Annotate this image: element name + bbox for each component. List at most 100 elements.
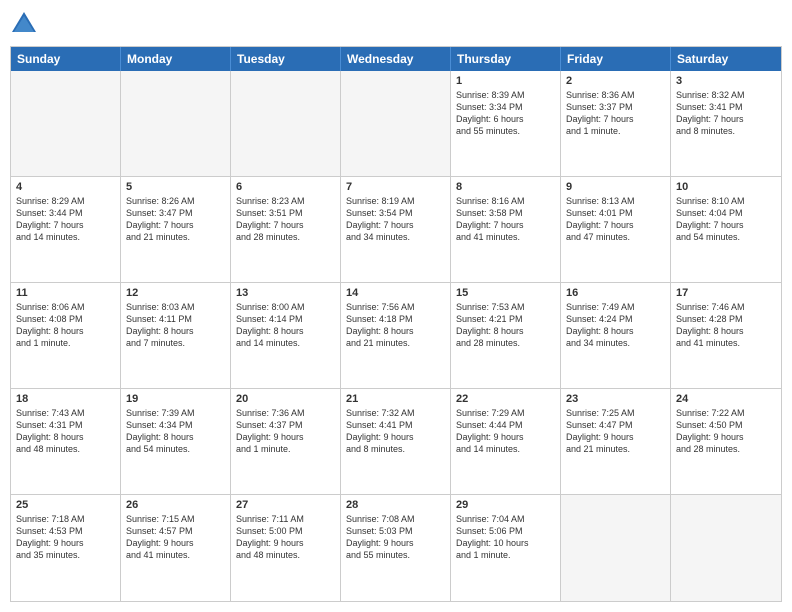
calendar-cell: 2 Sunrise: 8:36 AM Sunset: 3:37 PM Daylig…	[561, 71, 671, 176]
calendar-cell: 29 Sunrise: 7:04 AM Sunset: 5:06 PM Dayli…	[451, 495, 561, 601]
day-number: 8	[456, 181, 555, 193]
day-info: Sunrise: 7:56 AM Sunset: 4:18 PM Dayligh…	[346, 301, 445, 350]
calendar-cell: 21 Sunrise: 7:32 AM Sunset: 4:41 PM Dayli…	[341, 389, 451, 494]
calendar-cell: 23Sunrise: 7:25 AM Sunset: 4:47 PM Dayli…	[561, 389, 671, 494]
day-number: 14	[346, 287, 445, 299]
day-info: Sunrise: 7:29 AM Sunset: 4:44 PM Dayligh…	[456, 407, 555, 456]
day-info: Sunrise: 8:26 AM Sunset: 3:47 PM Dayligh…	[126, 195, 225, 244]
day-number: 7	[346, 181, 445, 193]
day-header-thursday: Thursday	[451, 47, 561, 71]
day-number: 13	[236, 287, 335, 299]
day-number: 25	[16, 499, 115, 511]
calendar-cell: 20Sunrise: 7:36 AM Sunset: 4:37 PM Dayli…	[231, 389, 341, 494]
day-info: Sunrise: 8:16 AM Sunset: 3:58 PM Dayligh…	[456, 195, 555, 244]
day-info: Sunrise: 8:19 AM Sunset: 3:54 PM Dayligh…	[346, 195, 445, 244]
day-info: Sunrise: 7:25 AM Sunset: 4:47 PM Dayligh…	[566, 407, 665, 456]
calendar-cell: 13 Sunrise: 8:00 AM Sunset: 4:14 PM Dayli…	[231, 283, 341, 388]
day-number: 20	[236, 393, 335, 405]
day-number: 6	[236, 181, 335, 193]
logo-icon	[10, 10, 38, 38]
calendar-cell	[671, 495, 781, 601]
day-number: 2	[566, 75, 665, 87]
day-info: Sunrise: 8:39 AM Sunset: 3:34 PM Dayligh…	[456, 89, 555, 138]
day-info: Sunrise: 7:43 AM Sunset: 4:31 PM Dayligh…	[16, 407, 115, 456]
day-header-saturday: Saturday	[671, 47, 781, 71]
day-number: 11	[16, 287, 115, 299]
day-number: 21	[346, 393, 445, 405]
day-header-monday: Monday	[121, 47, 231, 71]
calendar-cell: 19Sunrise: 7:39 AM Sunset: 4:34 PM Dayli…	[121, 389, 231, 494]
calendar-cell: 1 Sunrise: 8:39 AM Sunset: 3:34 PM Daylig…	[451, 71, 561, 176]
calendar-cell	[11, 71, 121, 176]
day-info: Sunrise: 8:32 AM Sunset: 3:41 PM Dayligh…	[676, 89, 776, 138]
day-info: Sunrise: 8:13 AM Sunset: 4:01 PM Dayligh…	[566, 195, 665, 244]
day-number: 29	[456, 499, 555, 511]
day-number: 1	[456, 75, 555, 87]
calendar-cell: 11 Sunrise: 8:06 AM Sunset: 4:08 PM Dayli…	[11, 283, 121, 388]
day-number: 27	[236, 499, 335, 511]
day-info: Sunrise: 8:06 AM Sunset: 4:08 PM Dayligh…	[16, 301, 115, 350]
calendar-cell: 9 Sunrise: 8:13 AM Sunset: 4:01 PM Daylig…	[561, 177, 671, 282]
day-info: Sunrise: 8:10 AM Sunset: 4:04 PM Dayligh…	[676, 195, 776, 244]
day-number: 9	[566, 181, 665, 193]
day-info: Sunrise: 8:03 AM Sunset: 4:11 PM Dayligh…	[126, 301, 225, 350]
calendar-cell: 15 Sunrise: 7:53 AM Sunset: 4:21 PM Dayli…	[451, 283, 561, 388]
day-number: 4	[16, 181, 115, 193]
day-header-friday: Friday	[561, 47, 671, 71]
calendar-cell	[561, 495, 671, 601]
day-headers: SundayMondayTuesdayWednesdayThursdayFrid…	[11, 47, 781, 71]
day-number: 12	[126, 287, 225, 299]
day-info: Sunrise: 8:00 AM Sunset: 4:14 PM Dayligh…	[236, 301, 335, 350]
calendar-cell: 26 Sunrise: 7:15 AM Sunset: 4:57 PM Dayli…	[121, 495, 231, 601]
day-info: Sunrise: 8:23 AM Sunset: 3:51 PM Dayligh…	[236, 195, 335, 244]
day-number: 16	[566, 287, 665, 299]
calendar-cell: 10 Sunrise: 8:10 AM Sunset: 4:04 PM Dayli…	[671, 177, 781, 282]
day-info: Sunrise: 8:29 AM Sunset: 3:44 PM Dayligh…	[16, 195, 115, 244]
day-number: 19	[126, 393, 225, 405]
day-info: Sunrise: 7:32 AM Sunset: 4:41 PM Dayligh…	[346, 407, 445, 456]
calendar-cell: 27Sunrise: 7:11 AM Sunset: 5:00 PM Dayli…	[231, 495, 341, 601]
day-info: Sunrise: 7:04 AM Sunset: 5:06 PM Dayligh…	[456, 513, 555, 562]
calendar-cell: 8 Sunrise: 8:16 AM Sunset: 3:58 PM Daylig…	[451, 177, 561, 282]
day-info: Sunrise: 8:36 AM Sunset: 3:37 PM Dayligh…	[566, 89, 665, 138]
calendar-cell: 17Sunrise: 7:46 AM Sunset: 4:28 PM Dayli…	[671, 283, 781, 388]
day-info: Sunrise: 7:22 AM Sunset: 4:50 PM Dayligh…	[676, 407, 776, 456]
calendar-cell: 12 Sunrise: 8:03 AM Sunset: 4:11 PM Dayli…	[121, 283, 231, 388]
calendar-cell	[231, 71, 341, 176]
day-number: 17	[676, 287, 776, 299]
calendar-cell	[121, 71, 231, 176]
day-number: 24	[676, 393, 776, 405]
day-info: Sunrise: 7:53 AM Sunset: 4:21 PM Dayligh…	[456, 301, 555, 350]
day-number: 10	[676, 181, 776, 193]
calendar-cell: 3 Sunrise: 8:32 AM Sunset: 3:41 PM Daylig…	[671, 71, 781, 176]
calendar: SundayMondayTuesdayWednesdayThursdayFrid…	[10, 46, 782, 602]
day-header-sunday: Sunday	[11, 47, 121, 71]
day-info: Sunrise: 7:18 AM Sunset: 4:53 PM Dayligh…	[16, 513, 115, 562]
calendar-cell	[341, 71, 451, 176]
calendar-cell: 28 Sunrise: 7:08 AM Sunset: 5:03 PM Dayli…	[341, 495, 451, 601]
day-info: Sunrise: 7:15 AM Sunset: 4:57 PM Dayligh…	[126, 513, 225, 562]
page: SundayMondayTuesdayWednesdayThursdayFrid…	[0, 0, 792, 612]
logo	[10, 10, 42, 38]
day-number: 22	[456, 393, 555, 405]
calendar-cell: 16 Sunrise: 7:49 AM Sunset: 4:24 PM Dayli…	[561, 283, 671, 388]
day-header-wednesday: Wednesday	[341, 47, 451, 71]
calendar-cell: 4 Sunrise: 8:29 AM Sunset: 3:44 PM Daylig…	[11, 177, 121, 282]
calendar-cell: 7 Sunrise: 8:19 AM Sunset: 3:54 PM Daylig…	[341, 177, 451, 282]
day-number: 28	[346, 499, 445, 511]
calendar-cell: 5 Sunrise: 8:26 AM Sunset: 3:47 PM Daylig…	[121, 177, 231, 282]
day-number: 26	[126, 499, 225, 511]
day-header-tuesday: Tuesday	[231, 47, 341, 71]
day-info: Sunrise: 7:49 AM Sunset: 4:24 PM Dayligh…	[566, 301, 665, 350]
day-number: 15	[456, 287, 555, 299]
calendar-row-3: 18Sunrise: 7:43 AM Sunset: 4:31 PM Dayli…	[11, 389, 781, 495]
day-number: 5	[126, 181, 225, 193]
calendar-grid: 1 Sunrise: 8:39 AM Sunset: 3:34 PM Daylig…	[11, 71, 781, 601]
calendar-row-2: 11 Sunrise: 8:06 AM Sunset: 4:08 PM Dayli…	[11, 283, 781, 389]
calendar-row-0: 1 Sunrise: 8:39 AM Sunset: 3:34 PM Daylig…	[11, 71, 781, 177]
day-info: Sunrise: 7:08 AM Sunset: 5:03 PM Dayligh…	[346, 513, 445, 562]
header	[10, 10, 782, 38]
calendar-cell: 25 Sunrise: 7:18 AM Sunset: 4:53 PM Dayli…	[11, 495, 121, 601]
day-number: 3	[676, 75, 776, 87]
calendar-cell: 22 Sunrise: 7:29 AM Sunset: 4:44 PM Dayli…	[451, 389, 561, 494]
